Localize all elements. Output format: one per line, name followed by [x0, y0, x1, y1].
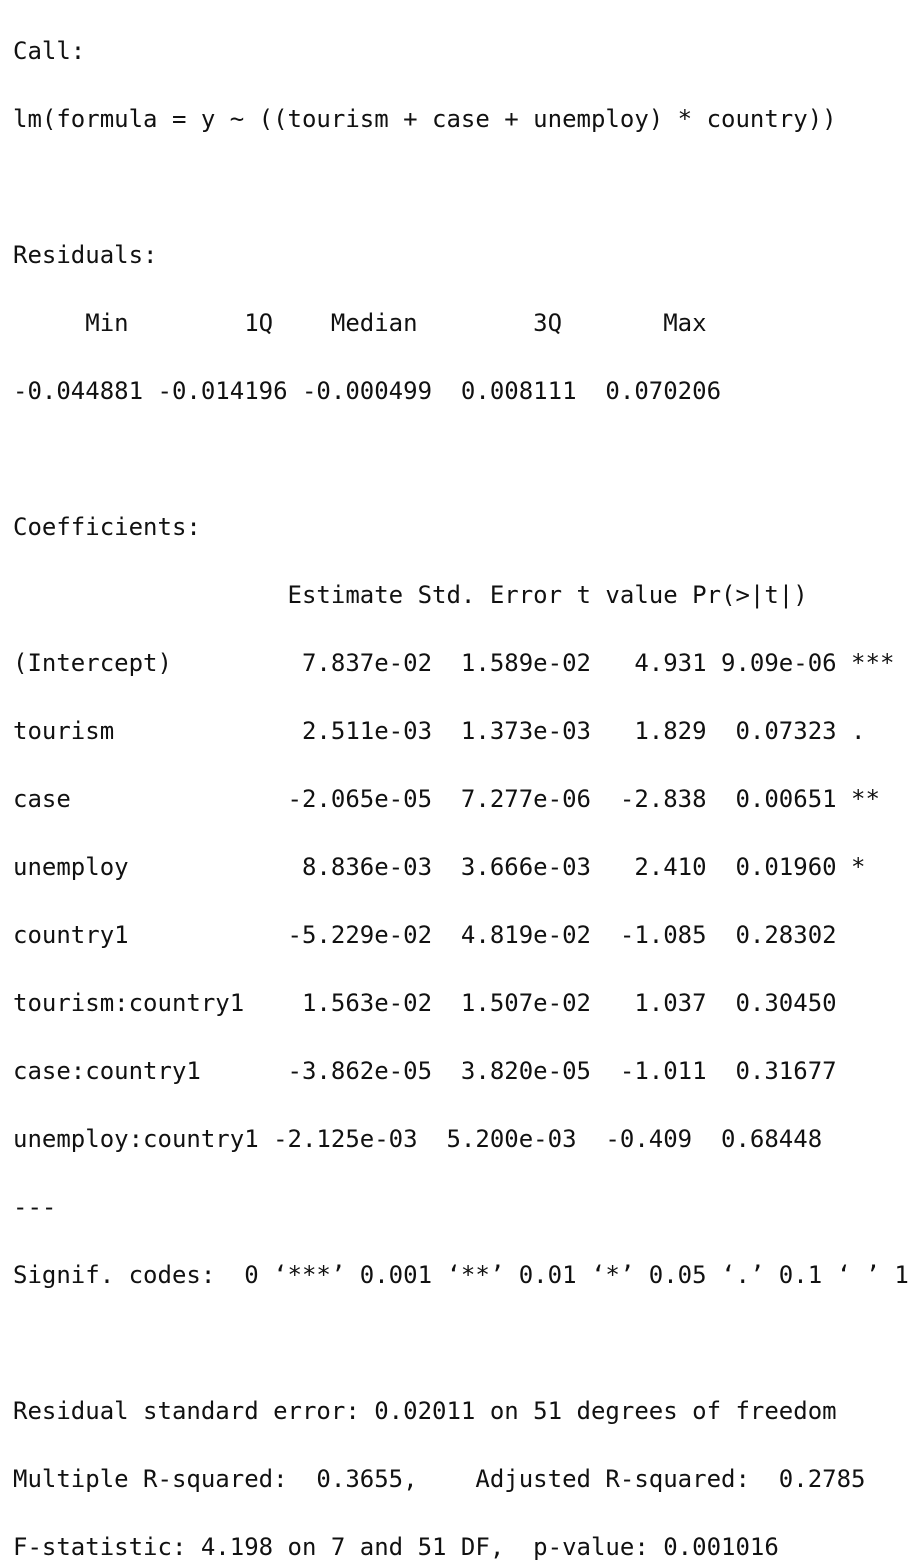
coefficients-header: Coefficients: — [13, 513, 201, 541]
coefficient-row-case: case -2.065e-05 7.277e-06 -2.838 0.00651… — [13, 785, 895, 813]
coefficient-row-unemploy-country1: unemploy:country1 -2.125e-03 5.200e-03 -… — [13, 1125, 880, 1153]
residuals-quantile-labels: Min 1Q Median 3Q Max — [13, 309, 722, 337]
call-header: Call: — [13, 37, 86, 65]
call-formula: lm(formula = y ~ ((tourism + case + unem… — [13, 105, 837, 133]
coefficients-column-headers: Estimate Std. Error t value Pr(>|t|) — [13, 581, 866, 609]
coefficient-row-country1: country1 -5.229e-02 4.819e-02 -1.085 0.2… — [13, 921, 895, 949]
residuals-header: Residuals: — [13, 241, 158, 269]
coefficient-row-tourism: tourism 2.511e-03 1.373e-03 1.829 0.0732… — [13, 717, 895, 745]
signif-codes-legend: Signif. codes: 0 ‘***’ 0.001 ‘**’ 0.01 ‘… — [13, 1261, 909, 1289]
coefficient-row-unemploy: unemploy 8.836e-03 3.666e-03 2.410 0.019… — [13, 853, 895, 881]
r-squared-line: Multiple R-squared: 0.3655, Adjusted R-s… — [13, 1465, 880, 1493]
separator-line: --- — [13, 1193, 57, 1221]
coefficient-row-case-country1: case:country1 -3.862e-05 3.820e-05 -1.01… — [13, 1057, 895, 1085]
coefficient-row-tourism-country1: tourism:country1 1.563e-02 1.507e-02 1.0… — [13, 989, 895, 1017]
f-statistic-line: F-statistic: 4.198 on 7 and 51 DF, p-val… — [13, 1533, 779, 1561]
residuals-quantile-values: -0.044881 -0.014196 -0.000499 0.008111 0… — [13, 377, 736, 405]
coefficient-row-intercept: (Intercept) 7.837e-02 1.589e-02 4.931 9.… — [13, 649, 895, 677]
r-console-output: Call: lm(formula = y ~ ((tourism + case … — [0, 0, 910, 1561]
residual-standard-error: Residual standard error: 0.02011 on 51 d… — [13, 1397, 837, 1425]
